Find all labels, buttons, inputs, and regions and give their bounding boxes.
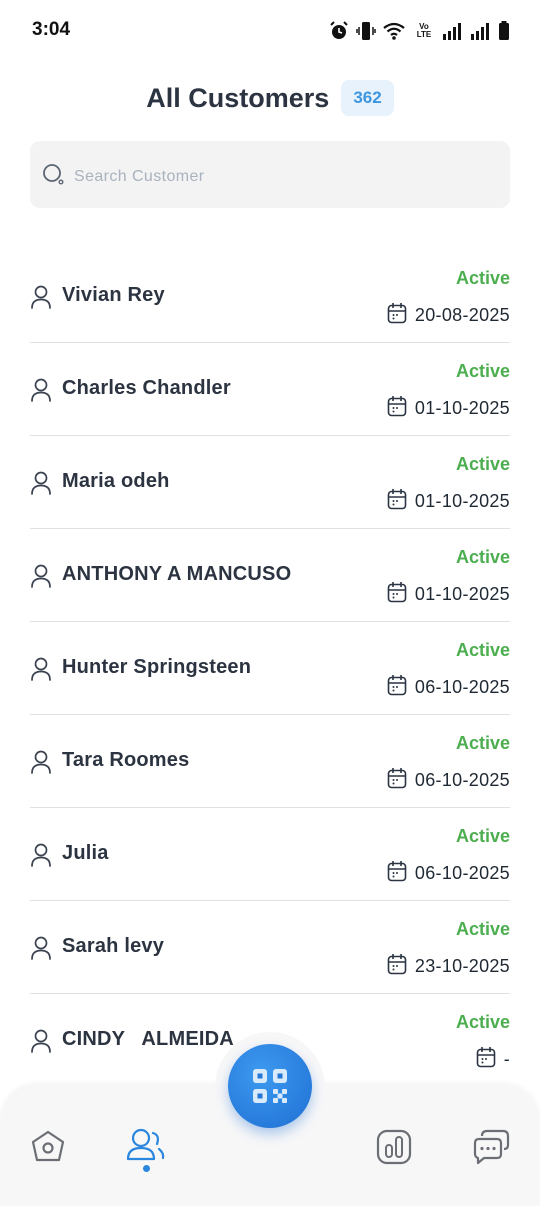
person-icon (30, 564, 52, 593)
customer-list: Vivian Rey Active 20-08-2025 Charles Chandl… (30, 250, 510, 1087)
customer-count-badge: 362 (341, 80, 394, 116)
customer-status: Active (455, 361, 510, 381)
calendar-icon (387, 581, 407, 608)
customer-date: 23-10-2025 (414, 956, 510, 976)
customer-name: Sarah levy (62, 935, 165, 957)
page-title: All Customers (146, 82, 330, 113)
customer-row[interactable]: Hunter Springsteen Active 06-10-2025 (30, 622, 510, 715)
nav-home[interactable] (26, 1125, 70, 1169)
messages-icon (473, 1129, 510, 1165)
customer-status: Active (455, 640, 510, 660)
vibrate-icon (356, 22, 376, 40)
customer-date: - (503, 1049, 510, 1069)
calendar-icon (387, 767, 407, 794)
customer-row[interactable]: Vivian Rey Active 20-08-2025 (30, 250, 510, 343)
scan-qr-button[interactable] (228, 1044, 312, 1128)
customer-date-group: 20-08-2025 (387, 302, 510, 329)
customer-status: Active (455, 733, 510, 753)
customer-date-group: 01-10-2025 (387, 488, 510, 515)
customer-date: 20-08-2025 (414, 305, 510, 325)
status-icons: Vo LTE (328, 18, 510, 44)
customer-date-group: 06-10-2025 (387, 860, 510, 887)
nav-active-indicator (143, 1165, 150, 1172)
calendar-icon (387, 302, 407, 329)
customer-date-group: 06-10-2025 (387, 674, 510, 701)
customer-name: Maria odeh (62, 470, 170, 492)
person-icon (30, 285, 52, 314)
nav-messages[interactable] (469, 1125, 513, 1169)
customers-icon (126, 1128, 165, 1161)
customer-status: Active (455, 268, 510, 288)
battery-icon (499, 21, 509, 40)
customer-status: Active (455, 547, 510, 567)
search-box[interactable] (30, 141, 510, 208)
customer-name: Hunter Springsteen (62, 656, 252, 678)
nav-reports[interactable] (372, 1125, 416, 1169)
reports-icon (376, 1129, 412, 1165)
calendar-icon (387, 395, 407, 422)
calendar-icon (387, 860, 407, 887)
customer-row[interactable]: ANTHONY A MANCUSO Active 01-10-2025 (30, 529, 510, 622)
person-icon (30, 750, 52, 779)
customer-name: CINDY ALMEIDA (62, 1028, 234, 1050)
person-icon (30, 378, 52, 407)
customer-status: Active (455, 919, 510, 939)
customer-date: 06-10-2025 (414, 770, 510, 790)
customer-date: 06-10-2025 (414, 677, 510, 697)
volte-label: Vo LTE (416, 22, 432, 39)
person-icon (30, 471, 52, 500)
customer-row[interactable]: Tara Roomes Active 06-10-2025 (30, 715, 510, 808)
wifi-icon (383, 22, 405, 40)
customer-name: Tara Roomes (62, 749, 190, 771)
customer-status: Active (455, 454, 510, 474)
calendar-icon (387, 488, 407, 515)
signal-icon (443, 23, 461, 40)
customer-name: Charles Chandler (62, 377, 231, 399)
calendar-icon (476, 1046, 496, 1073)
calendar-icon (387, 953, 407, 980)
home-icon (31, 1130, 65, 1162)
qr-code-icon (253, 1069, 287, 1103)
customer-date-group: 01-10-2025 (387, 395, 510, 422)
customer-status: Active (455, 1012, 510, 1032)
customer-date: 01-10-2025 (414, 491, 510, 511)
customer-date-group: 01-10-2025 (387, 581, 510, 608)
customer-date: 06-10-2025 (414, 863, 510, 883)
person-icon (30, 936, 52, 965)
customer-date: 01-10-2025 (414, 398, 510, 418)
customer-status: Active (455, 826, 510, 846)
customer-row[interactable]: Maria odeh Active 01-10-2025 (30, 436, 510, 529)
customer-date-group: - (476, 1046, 510, 1073)
customer-date: 01-10-2025 (414, 584, 510, 604)
customer-date-group: 06-10-2025 (387, 767, 510, 794)
signal-icon-2 (471, 23, 489, 40)
search-icon (43, 164, 64, 185)
status-bar: 3:04 Vo LTE (0, 0, 540, 60)
customer-name: Julia (62, 842, 109, 864)
customer-name: ANTHONY A MANCUSO (62, 563, 292, 585)
alarm-icon (330, 21, 348, 39)
customer-row[interactable]: Charles Chandler Active 01-10-2025 (30, 343, 510, 436)
customer-date-group: 23-10-2025 (387, 953, 510, 980)
nav-customers[interactable] (124, 1125, 168, 1169)
status-time: 3:04 (32, 19, 71, 40)
person-icon (30, 843, 52, 872)
calendar-icon (387, 674, 407, 701)
customer-name: Vivian Rey (62, 284, 165, 306)
customer-row[interactable]: Julia Active 06-10-2025 (30, 808, 510, 901)
customer-row[interactable]: Sarah levy Active 23-10-2025 (30, 901, 510, 994)
person-icon (30, 1029, 52, 1058)
search-input[interactable] (72, 163, 496, 191)
page-header: All Customers 362 (0, 76, 540, 120)
person-icon (30, 657, 52, 686)
